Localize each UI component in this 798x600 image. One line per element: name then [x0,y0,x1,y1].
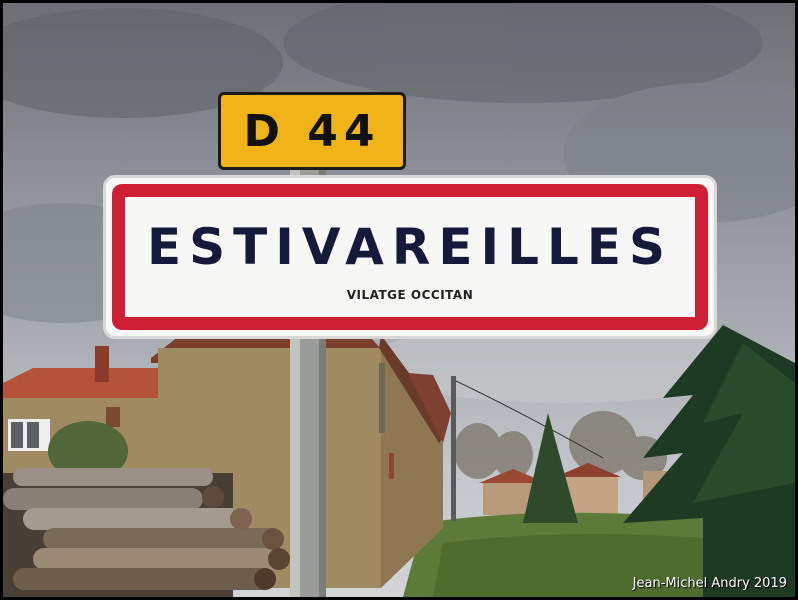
road-number: D 44 [243,105,381,157]
utility-pole [451,376,456,521]
photograph: D 44 ESTIVAREILLES VILATGE OCCITAN Jean-… [3,3,795,597]
road-number-plate: D 44 [218,92,406,170]
photo-frame: D 44 ESTIVAREILLES VILATGE OCCITAN Jean-… [0,0,798,600]
town-subtitle: VILATGE OCCITAN [346,288,474,302]
town-entry-sign: ESTIVAREILLES VILATGE OCCITAN [103,175,717,339]
photo-credit: Jean-Michel Andry 2019 [632,576,787,591]
town-name: ESTIVAREILLES [146,218,674,276]
